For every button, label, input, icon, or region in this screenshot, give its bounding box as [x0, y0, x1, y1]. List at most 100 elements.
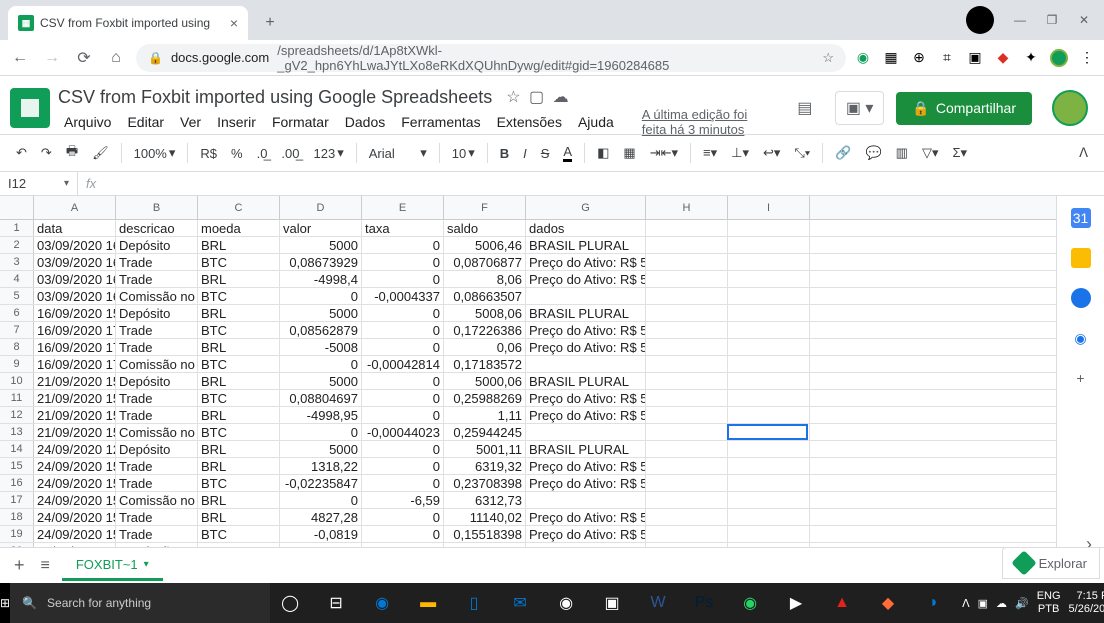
cell[interactable]: -4998,95 [280, 407, 362, 423]
cell[interactable] [646, 509, 728, 525]
cell[interactable] [646, 271, 728, 287]
cell[interactable]: 0 [362, 373, 444, 389]
menu-arquivo[interactable]: Arquivo [58, 112, 117, 132]
start-button[interactable]: ⊞ [0, 583, 10, 623]
cell[interactable]: Preço do Ativo: R$ 56775,99 [526, 407, 646, 423]
cell[interactable] [728, 220, 810, 236]
cell[interactable]: 6312,73 [444, 492, 526, 508]
bookmark-star-icon[interactable]: ☆ [822, 50, 834, 66]
cell[interactable] [728, 271, 810, 287]
cell[interactable]: 5008,06 [444, 305, 526, 321]
taskbar-app-icon[interactable]: ◉ [362, 583, 402, 623]
reload-button[interactable]: ⟳ [72, 46, 96, 70]
cell[interactable]: Trade [116, 509, 198, 525]
row-header[interactable]: 16 [0, 475, 34, 491]
close-tab-icon[interactable]: × [230, 15, 238, 31]
cell[interactable]: 24/09/2020 15:2 [34, 526, 116, 542]
cell[interactable]: Preço do Ativo: R$ 58941,18 [526, 526, 646, 542]
cell[interactable]: BRL [198, 305, 280, 321]
cell[interactable]: 5000 [280, 441, 362, 457]
cell[interactable]: Preço do Ativo: R$ 58941,18 [526, 509, 646, 525]
taskbar-app-icon[interactable]: ▬ [408, 583, 448, 623]
cell[interactable]: 0 [362, 390, 444, 406]
cell[interactable]: 03/09/2020 16:4 [34, 254, 116, 270]
cell[interactable]: BRL [198, 373, 280, 389]
cell[interactable]: 0,23708398 [444, 475, 526, 491]
text-color-button[interactable]: A [557, 140, 578, 166]
cell[interactable]: Preço do Ativo: R$ 58484,98 [526, 339, 646, 355]
cell[interactable]: BRASIL PLURAL [526, 237, 646, 253]
cell[interactable]: 0 [280, 288, 362, 304]
cell[interactable]: 0 [362, 305, 444, 321]
row-header[interactable]: 18 [0, 509, 34, 525]
meet-button[interactable]: ▣ ▾ [835, 91, 885, 125]
cell[interactable] [728, 441, 810, 457]
add-addon-icon[interactable]: + [1071, 368, 1091, 388]
cell[interactable]: 03/09/2020 16:4 [34, 271, 116, 287]
cell[interactable]: 24/09/2020 15:2 [34, 509, 116, 525]
cell[interactable]: 5000 [280, 373, 362, 389]
column-header[interactable]: E [362, 196, 444, 219]
cell[interactable] [646, 407, 728, 423]
font-size-input[interactable]: 10 ▾ [446, 141, 481, 165]
cell[interactable] [646, 441, 728, 457]
taskbar-app-icon[interactable]: ▣ [592, 583, 632, 623]
cell[interactable]: 03/09/2020 16:4 [34, 288, 116, 304]
cell[interactable]: 16/09/2020 15:0 [34, 305, 116, 321]
new-tab-button[interactable]: + [256, 9, 284, 37]
functions-button[interactable]: Σ▾ [946, 141, 973, 165]
keep-icon[interactable] [1071, 248, 1091, 268]
cell[interactable]: 0 [362, 475, 444, 491]
cell[interactable]: 03/09/2020 16:4 [34, 237, 116, 253]
taskbar-app-icon[interactable]: ◉ [730, 583, 770, 623]
cell[interactable]: taxa [362, 220, 444, 236]
rotate-button[interactable]: ⤡▾ [788, 141, 816, 165]
cell[interactable]: 1318,22 [280, 458, 362, 474]
cell[interactable] [728, 424, 810, 440]
cell[interactable]: 0,17226386 [444, 322, 526, 338]
taskbar-app-icon[interactable]: ✉ [500, 583, 540, 623]
sheets-logo-icon[interactable] [10, 88, 50, 128]
address-bar[interactable]: 🔒 docs.google.com/spreadsheets/d/1Ap8tXW… [136, 44, 846, 72]
formula-input[interactable] [104, 176, 1104, 191]
cell[interactable]: 0,15518398 [444, 526, 526, 542]
undo-button[interactable]: ↶ [10, 141, 33, 165]
cell[interactable]: Preço do Ativo: R$ 58958,32 [526, 475, 646, 491]
sheet-tab-active[interactable]: FOXBIT~1▾ [62, 551, 163, 581]
all-sheets-button[interactable]: ≡ [37, 553, 54, 579]
wrap-button[interactable]: ↩▾ [757, 141, 786, 165]
taskbar-app-icon[interactable]: ▯ [454, 583, 494, 623]
cell[interactable]: Comissão no Tra [116, 356, 198, 372]
minimize-button[interactable]: — [1006, 6, 1034, 34]
cell[interactable] [646, 322, 728, 338]
cell[interactable] [728, 237, 810, 253]
cell[interactable]: Preço do Ativo: R$ 57625,57 [526, 254, 646, 270]
column-header[interactable]: C [198, 196, 280, 219]
ext-icon[interactable]: ▣ [966, 49, 984, 67]
menu-dados[interactable]: Dados [339, 112, 391, 132]
cell[interactable] [646, 373, 728, 389]
cell[interactable]: descricao [116, 220, 198, 236]
cell[interactable]: 5001,11 [444, 441, 526, 457]
bold-button[interactable]: B [494, 142, 515, 165]
browser-tab[interactable]: ▦ CSV from Foxbit imported using × [8, 6, 248, 40]
cell[interactable] [646, 254, 728, 270]
currency-button[interactable]: R$ [194, 142, 223, 165]
row-header[interactable]: 9 [0, 356, 34, 372]
cell[interactable] [728, 305, 810, 321]
cell[interactable] [646, 220, 728, 236]
document-title[interactable]: CSV from Foxbit imported using Google Sp… [58, 87, 492, 108]
cell[interactable]: Trade [116, 322, 198, 338]
row-header[interactable]: 5 [0, 288, 34, 304]
percent-button[interactable]: % [225, 142, 249, 165]
link-button[interactable]: 🔗 [829, 141, 857, 165]
menu-ajuda[interactable]: Ajuda [572, 112, 620, 132]
cell[interactable]: 11140,02 [444, 509, 526, 525]
column-header[interactable]: H [646, 196, 728, 219]
cell[interactable]: 16/09/2020 17:0 [34, 322, 116, 338]
extensions-menu-icon[interactable]: ✦ [1022, 49, 1040, 67]
name-box[interactable]: I12▾ [0, 172, 78, 195]
cell[interactable]: -0,00042814 [362, 356, 444, 372]
cell[interactable]: 5006,46 [444, 237, 526, 253]
taskbar-app-icon[interactable]: ◆ [868, 583, 908, 623]
